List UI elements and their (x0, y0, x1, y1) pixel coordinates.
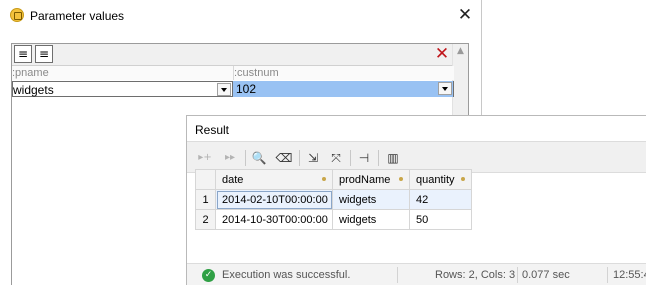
status-separator (607, 267, 608, 283)
next-icon[interactable]: ▸▸ (221, 149, 239, 167)
date-cell[interactable]: 2014-10-30T00:00:00 (215, 209, 333, 230)
sort-indicator-icon (399, 177, 403, 181)
status-message: Execution was successful. (222, 269, 351, 281)
pname-cell[interactable]: widgets (12, 81, 233, 97)
previous-icon[interactable]: ▸+ (196, 149, 214, 167)
status-separator (397, 267, 398, 283)
toolbar-separator (245, 150, 246, 166)
table-row[interactable]: 1 2014-02-10T00:00:00 widgets 42 (195, 189, 472, 210)
table-row[interactable]: 2 2014-10-30T00:00:00 widgets 50 (195, 209, 472, 230)
result-title: Result (195, 123, 230, 137)
dialog-title: Parameter values (30, 9, 125, 23)
delete-row-icon[interactable]: ✕ (432, 44, 452, 64)
export-icon[interactable]: ⇲ (304, 149, 322, 167)
column-header-date[interactable]: date (215, 169, 333, 190)
status-duration: 0.077 sec (522, 269, 570, 281)
column-header-prodname[interactable]: prodName (332, 169, 410, 190)
status-rows-cols: Rows: 2, Cols: 3 (435, 269, 516, 281)
parameter-grid-toolbar: ≡ ≡ ✕ (12, 44, 454, 66)
row-number: 1 (195, 189, 216, 210)
quantity-cell[interactable]: 42 (409, 189, 472, 210)
table-header-row: date prodName quantity (195, 169, 472, 190)
column-header-quantity[interactable]: quantity (409, 169, 472, 190)
dialog-title-bar: Parameter values ✕ (0, 0, 481, 32)
date-cell[interactable]: 2014-02-10T00:00:00 (215, 189, 333, 210)
success-check-icon: ✓ (202, 269, 215, 282)
insert-row-icon[interactable]: ≡ (14, 45, 32, 63)
chart-icon[interactable]: ▥ (384, 149, 402, 167)
find-icon[interactable]: 🔍 (250, 149, 268, 167)
prodname-cell[interactable]: widgets (332, 189, 410, 210)
chevron-down-icon[interactable] (217, 83, 231, 96)
append-row-icon[interactable]: ≡ (35, 45, 53, 63)
row-number: 2 (195, 209, 216, 230)
status-bar: ✓ Execution was successful. Rows: 2, Col… (187, 263, 646, 285)
sort-indicator-icon (461, 177, 465, 181)
pname-value: widgets (13, 83, 54, 97)
maximize-icon[interactable]: ⤧ (327, 149, 345, 167)
pin-icon[interactable]: ⊣ (355, 149, 373, 167)
parameters-icon (10, 8, 24, 22)
toolbar-separator (378, 150, 379, 166)
result-panel: Result ▸+ ▸▸ 🔍 ⌫ ⇲ ⤧ ⊣ ▥ date prodName q… (186, 115, 646, 285)
sort-indicator-icon (322, 177, 326, 181)
quantity-cell[interactable]: 50 (409, 209, 472, 230)
custnum-value: 102 (236, 82, 257, 96)
row-number-header (195, 169, 216, 190)
close-icon[interactable]: ✕ (455, 5, 475, 25)
prodname-cell[interactable]: widgets (332, 209, 410, 230)
toolbar-separator (350, 150, 351, 166)
toolbar-separator (299, 150, 300, 166)
chevron-down-icon[interactable] (438, 82, 452, 95)
column-header-custnum: :custnum (234, 66, 454, 80)
custnum-cell[interactable]: 102 (233, 81, 454, 97)
column-header-pname: :pname (12, 66, 234, 80)
status-separator (517, 267, 518, 283)
result-title-bar: Result (187, 116, 646, 141)
status-time: 12:55:4 (613, 269, 646, 281)
clear-icon[interactable]: ⌫ (275, 149, 293, 167)
result-table: date prodName quantity 1 2014-02-10T00:0… (195, 169, 472, 230)
scroll-up-icon[interactable]: ▲ (453, 46, 468, 56)
